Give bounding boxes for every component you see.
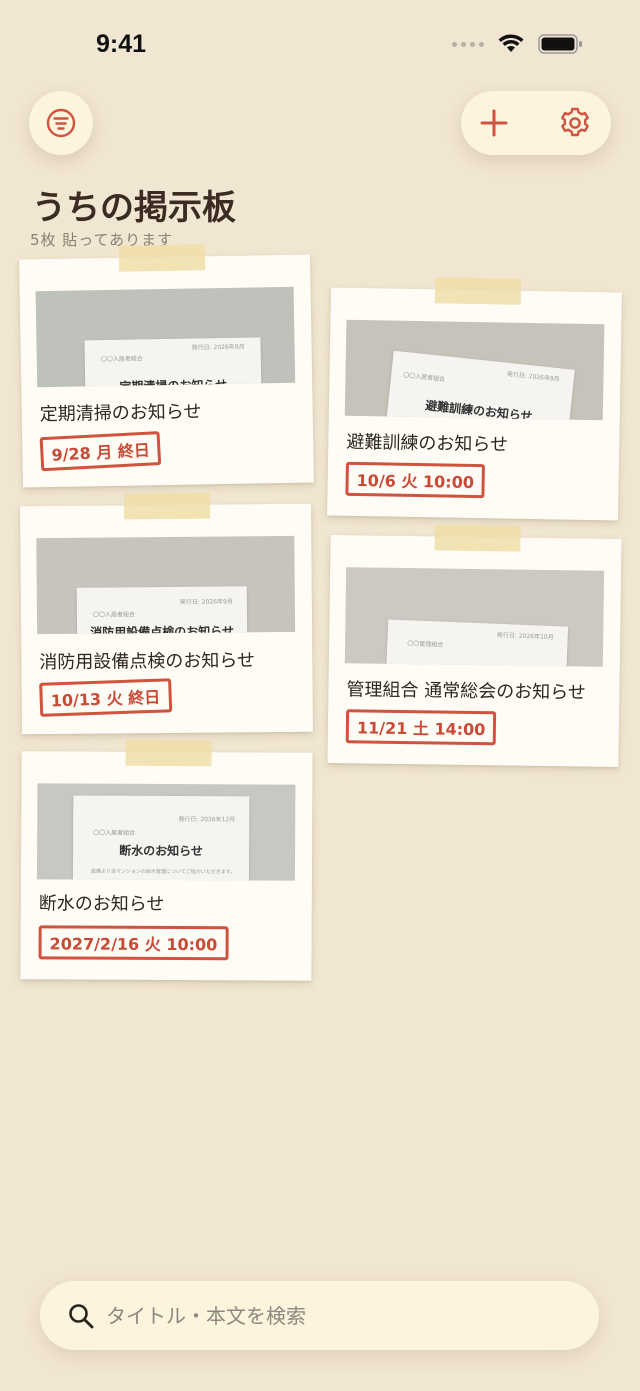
- photo-document: 〇〇管理組合 発行日: 2026年10月: [385, 619, 569, 667]
- search-bar: [40, 1281, 599, 1350]
- notice-card[interactable]: 〇〇入居者組合 発行日: 2026年12月 断水のお知らせ 設備より当マンション…: [20, 739, 313, 981]
- photo-document: 〇〇入居者組合 発行日: 2026年9月 定期清掃のお知らせ: [84, 337, 262, 388]
- tape: [125, 739, 212, 767]
- action-pill: [461, 91, 611, 155]
- search-input[interactable]: [106, 1281, 566, 1350]
- add-button[interactable]: [462, 91, 526, 155]
- filter-button[interactable]: [29, 91, 93, 155]
- status-time: 9:41: [96, 30, 147, 58]
- notice-card[interactable]: 〇〇管理組合 発行日: 2026年10月 管理組合 通常総会のお知らせ 11/2…: [327, 524, 622, 768]
- notice-photo: 〇〇入居者組合 発行日: 2026年12月 断水のお知らせ 設備より当マンション…: [36, 783, 296, 881]
- notice-title: 断水のお知らせ: [38, 893, 165, 915]
- plus-icon: [480, 109, 508, 137]
- search-icon: [69, 1304, 94, 1329]
- tape: [118, 244, 206, 272]
- status-indicators: [452, 34, 584, 54]
- notice-photo: 〇〇管理組合 発行日: 2026年10月: [344, 567, 605, 667]
- photo-document: 〇〇入居者組合 発行日: 2026年9月 消防用設備点検のお知らせ: [76, 586, 248, 635]
- notice-title: 避難訓練のお知らせ: [346, 431, 509, 456]
- tape: [434, 277, 522, 305]
- photo-document: 〇〇入居者組合 発行日: 2026年12月 断水のお知らせ 設備より当マンション…: [72, 795, 250, 881]
- notice-card[interactable]: 〇〇入居者組合 発行日: 2026年9月 定期清掃のお知らせ 定期清掃のお知らせ…: [19, 244, 314, 488]
- notice-title: 管理組合 通常総会のお知らせ: [346, 679, 586, 704]
- date-stamp: 11/21 土 14:00: [345, 709, 497, 746]
- tape: [434, 524, 521, 552]
- filter-icon: [46, 108, 76, 138]
- page-title: うちの掲示板: [32, 188, 236, 228]
- gear-icon: [561, 107, 589, 137]
- date-stamp: 10/6 火 10:00: [345, 461, 486, 499]
- notice-photo: 〇〇入居者組合 発行日: 2026年9月 消防用設備点検のお知らせ: [36, 535, 296, 635]
- notice-title: 定期清掃のお知らせ: [39, 401, 202, 426]
- settings-button[interactable]: [543, 91, 607, 155]
- date-stamp: 10/13 火 終日: [39, 678, 172, 717]
- battery-icon: [538, 34, 582, 54]
- signal-dots-icon: [452, 41, 484, 47]
- tape: [123, 492, 211, 520]
- notice-card[interactable]: 〇〇入居者組合 発行日: 2026年9月 消防用設備点検のお知らせ 消防用設備点…: [20, 492, 313, 735]
- notice-title: 消防用設備点検のお知らせ: [39, 650, 256, 674]
- notice-photo: 〇〇入居者組合 発行日: 2026年9月 避難訓練のお知らせ: [344, 319, 605, 421]
- bulletin-board-screen: 9:41 うちの掲示板 5枚 貼ってあります 〇〇入居者組合 発行日: 2026…: [0, 0, 640, 1391]
- notice-photo: 〇〇入居者組合 発行日: 2026年9月 定期清掃のお知らせ: [35, 286, 296, 388]
- date-stamp: 9/28 月 終日: [39, 431, 162, 472]
- wifi-icon: [498, 34, 524, 52]
- photo-document: 〇〇入居者組合 発行日: 2026年9月 避難訓練のお知らせ: [385, 350, 575, 421]
- notice-card[interactable]: 〇〇入居者組合 発行日: 2026年9月 避難訓練のお知らせ 避難訓練のお知らせ…: [327, 277, 622, 521]
- date-stamp: 2027/2/16 火 10:00: [38, 925, 229, 961]
